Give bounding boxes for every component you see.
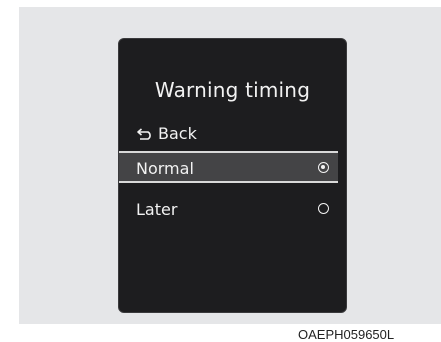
screen-title: Warning timing xyxy=(154,78,311,102)
figure-code: OAEPH059650L xyxy=(298,327,395,342)
return-arrow-icon xyxy=(136,127,154,140)
radio-unselected-icon[interactable] xyxy=(318,203,329,214)
option-normal[interactable]: Normal xyxy=(119,151,338,183)
option-label: Normal xyxy=(136,159,194,178)
back-button[interactable]: Back xyxy=(136,124,197,143)
cluster-display: Warning timing Back Normal Later xyxy=(118,38,347,313)
radio-selected-icon[interactable] xyxy=(318,162,329,173)
option-label: Later xyxy=(136,200,178,219)
back-label: Back xyxy=(158,124,197,143)
option-later[interactable]: Later xyxy=(119,194,338,224)
